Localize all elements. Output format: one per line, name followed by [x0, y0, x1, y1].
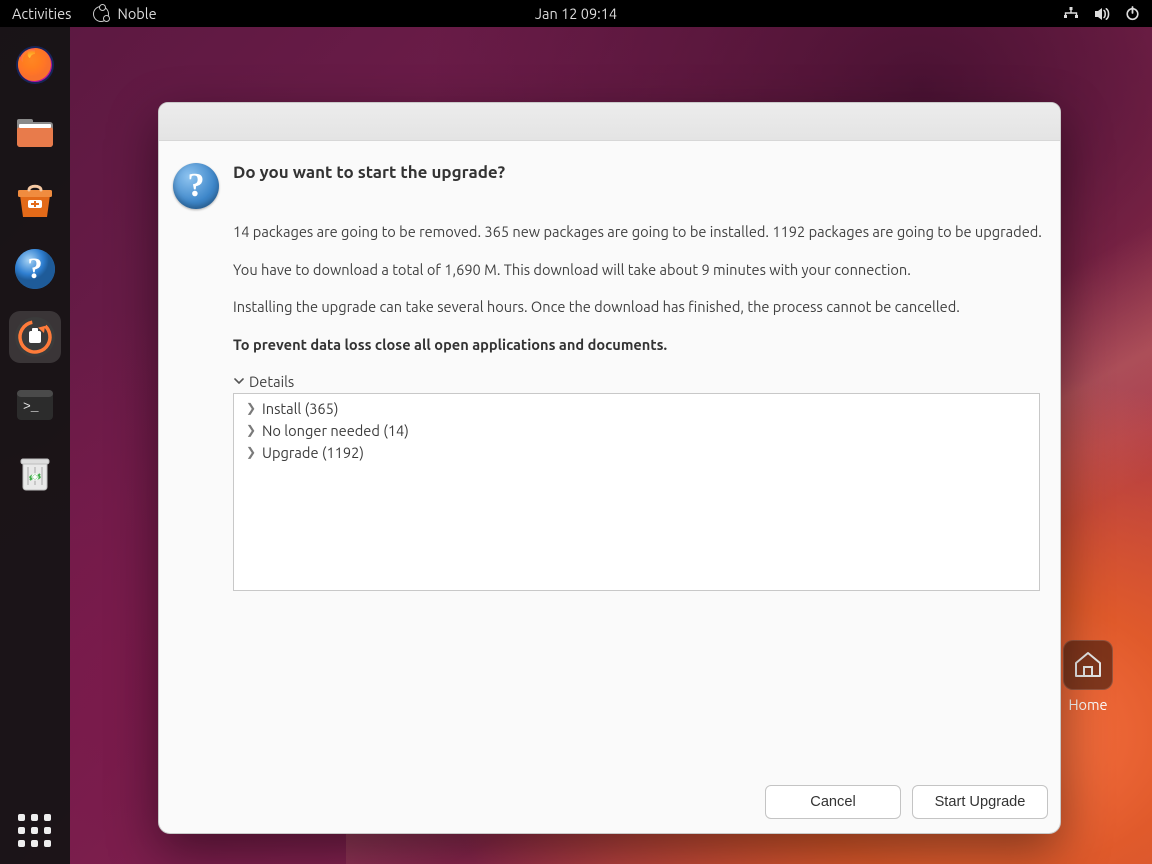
action-bar: Cancel Start Upgrade [159, 771, 1060, 833]
dialog-title: Do you want to start the upgrade? [233, 163, 1044, 182]
svg-text:?: ? [28, 252, 43, 285]
tree-row-install[interactable]: ❯ Install (365) [242, 398, 1031, 420]
power-icon[interactable] [1125, 6, 1140, 21]
clock[interactable]: Jan 12 09:14 [535, 5, 617, 22]
dock-software-updater[interactable] [9, 311, 61, 363]
volume-icon[interactable] [1094, 7, 1111, 21]
tree-row-label: Upgrade (1192) [262, 444, 364, 461]
home-folder-icon [1063, 640, 1113, 690]
start-upgrade-button[interactable]: Start Upgrade [912, 785, 1048, 819]
dock-files[interactable] [9, 107, 61, 159]
question-icon: ? [173, 163, 219, 209]
dock-firefox[interactable] [9, 39, 61, 91]
chevron-right-icon: ❯ [246, 401, 256, 415]
dock-software[interactable] [9, 175, 61, 227]
dialog-line-duration: Installing the upgrade can take several … [233, 297, 1044, 317]
dialog-warning: To prevent data loss close all open appl… [233, 335, 1044, 355]
network-icon[interactable] [1062, 7, 1080, 21]
details-toggle[interactable]: Details [233, 373, 1044, 390]
app-menu[interactable]: Noble [93, 5, 156, 22]
dock-trash[interactable] [9, 447, 61, 499]
top-bar: Activities Noble Jan 12 09:14 [0, 0, 1152, 27]
chevron-down-icon [233, 373, 245, 390]
desktop-home-label: Home [1060, 696, 1116, 713]
tree-row-no-longer-needed[interactable]: ❯ No longer needed (14) [242, 420, 1031, 442]
svg-text:>_: >_ [23, 399, 39, 414]
titlebar[interactable] [159, 103, 1060, 141]
dock-help[interactable]: ? [9, 243, 61, 295]
dock: ? >_ [0, 27, 70, 864]
details-tree[interactable]: ❯ Install (365) ❯ No longer needed (14) … [233, 393, 1040, 591]
details-label: Details [249, 373, 294, 390]
tree-row-label: Install (365) [262, 400, 339, 417]
chevron-right-icon: ❯ [246, 445, 256, 459]
dialog-line-download: You have to download a total of 1,690 M.… [233, 260, 1044, 280]
tree-row-upgrade[interactable]: ❯ Upgrade (1192) [242, 442, 1031, 464]
dock-terminal[interactable]: >_ [9, 379, 61, 431]
chevron-right-icon: ❯ [246, 423, 256, 437]
dialog-line-packages: 14 packages are going to be removed. 365… [233, 222, 1044, 242]
show-applications[interactable] [0, 814, 70, 848]
desktop-home[interactable]: Home [1060, 640, 1116, 713]
tree-row-label: No longer needed (14) [262, 422, 409, 439]
activities-button[interactable]: Activities [12, 5, 71, 22]
app-menu-label: Noble [117, 5, 156, 22]
upgrade-dialog: ? Do you want to start the upgrade? 14 p… [158, 102, 1061, 834]
ubuntu-logo-icon [93, 6, 109, 22]
cancel-button[interactable]: Cancel [765, 785, 901, 819]
